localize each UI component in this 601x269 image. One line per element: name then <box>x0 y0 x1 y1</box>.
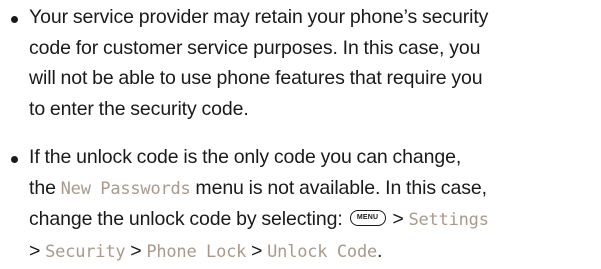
text-line: change the unlock code by selecting: MEN… <box>29 204 600 236</box>
manual-page: Your service provider may retain your ph… <box>0 0 601 269</box>
menu-term-new-passwords: New Passwords <box>60 178 191 199</box>
text-line: > Security > Phone Lock > Unlock Code. <box>29 236 600 268</box>
text-fragment: > <box>29 239 46 262</box>
text-fragment: change the unlock code by selecting: <box>29 208 348 230</box>
text-line: Your service provider may retain your ph… <box>29 6 489 28</box>
text-fragment: > <box>125 239 147 262</box>
text-fragment: the <box>29 176 61 199</box>
menu-key-icon: MENU <box>349 209 386 226</box>
text-line: code for customer service purposes. In t… <box>29 36 481 59</box>
menu-term-phone-lock: Phone Lock <box>146 241 247 262</box>
text-fragment: > <box>387 208 409 230</box>
bullet-text: If the unlock code is the only code you … <box>29 142 600 267</box>
text-fragment: . <box>377 239 383 262</box>
text-line: will not be able to use phone features t… <box>29 67 483 89</box>
text-line: to enter the security code. <box>29 97 249 120</box>
menu-term-unlock-code: Unlock Code <box>267 241 378 262</box>
text-line: If the unlock code is the only code you … <box>29 146 462 168</box>
text-line: the New Passwords menu is not available.… <box>29 173 600 205</box>
bullet-dot <box>11 16 18 23</box>
bullet-text: Your service provider may retain your ph… <box>29 2 600 124</box>
menu-term-security: Security <box>45 241 126 262</box>
bullet-dot <box>11 156 18 163</box>
text-fragment: menu is not available. In this case, <box>190 176 487 199</box>
menu-term-settings: Settings <box>408 210 489 230</box>
text-fragment: > <box>246 239 268 262</box>
